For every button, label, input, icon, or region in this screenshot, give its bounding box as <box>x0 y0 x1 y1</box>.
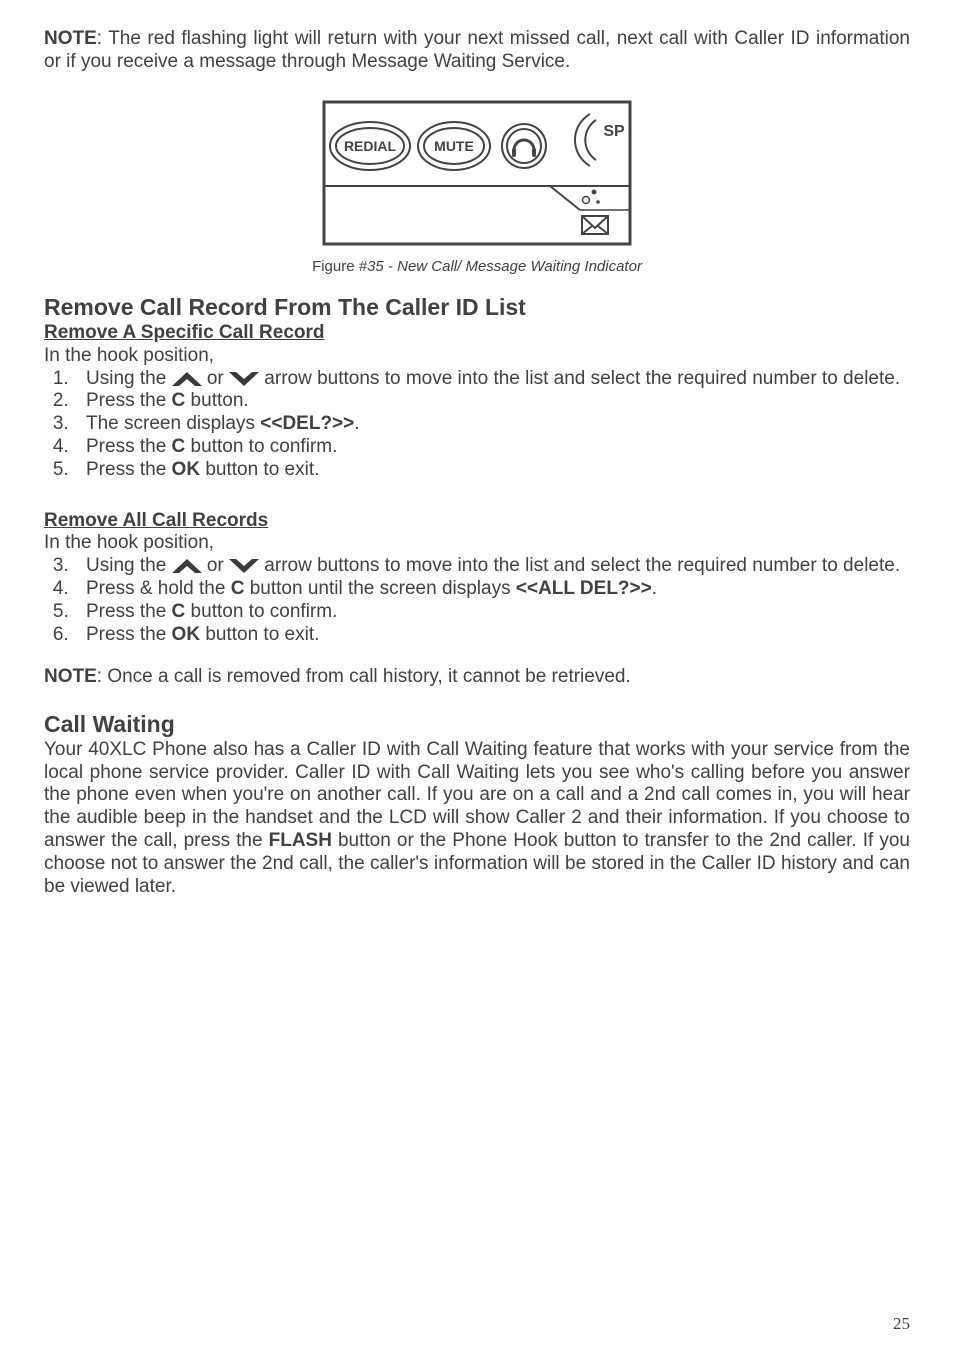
step-text: button until the screen displays <box>244 578 515 599</box>
step-key: C <box>172 436 186 457</box>
step-text: Press & hold the <box>86 578 231 599</box>
list-item: Press the OK button to exit. <box>74 624 910 647</box>
step-text: button to confirm. <box>185 436 337 457</box>
step-text: Press the <box>86 601 172 622</box>
phone-button-diagram: REDIAL MUTE SP <box>322 100 632 246</box>
figure-caption: Figure #35 - New Call/ Message Waiting I… <box>44 258 910 276</box>
step-key: OK <box>172 459 201 480</box>
page-number: 25 <box>893 1314 910 1334</box>
step-text: Using the <box>86 555 172 576</box>
step-text: . <box>652 578 657 599</box>
down-arrow-icon <box>229 372 259 386</box>
step-text: Press the <box>86 436 172 457</box>
up-arrow-icon <box>172 559 202 573</box>
list-item: Press & hold the C button until the scre… <box>74 578 910 601</box>
step-key: C <box>231 578 245 599</box>
list-item: Using the or arrow buttons to move into … <box>74 555 910 578</box>
subsection-specific: Remove A Specific Call Record <box>44 322 910 345</box>
list-item: Press the C button. <box>74 390 910 413</box>
step-key: C <box>172 601 186 622</box>
list-item: Using the or arrow buttons to move into … <box>74 368 910 391</box>
steps-list-specific: Using the or arrow buttons to move into … <box>74 368 910 482</box>
step-text: . <box>354 413 359 434</box>
figure-caption-prefix: Figure <box>312 258 359 275</box>
step-text: button to confirm. <box>185 601 337 622</box>
figure-container: REDIAL MUTE SP Figur <box>44 100 910 277</box>
step-key: <<ALL DEL?>> <box>516 578 652 599</box>
up-arrow-icon <box>172 372 202 386</box>
section-title-remove: Remove Call Record From The Caller ID Li… <box>44 294 910 322</box>
step-text: or <box>207 555 229 576</box>
flash-key: FLASH <box>269 830 332 851</box>
down-arrow-icon <box>229 559 259 573</box>
document-page: NOTE: The red flashing light will return… <box>0 0 954 1354</box>
step-text: arrow buttons to move into the list and … <box>264 368 900 389</box>
note-label: NOTE <box>44 28 97 49</box>
note-label: NOTE <box>44 666 97 687</box>
step-key: C <box>172 390 186 411</box>
step-text: button to exit. <box>200 624 319 645</box>
lead-text-1: In the hook position, <box>44 345 910 368</box>
figure-caption-text: #35 - New Call/ Message Waiting Indicato… <box>359 258 642 275</box>
step-text: button to exit. <box>200 459 319 480</box>
step-text: Press the <box>86 624 172 645</box>
step-text: Using the <box>86 368 172 389</box>
list-item: Press the C button to confirm. <box>74 601 910 624</box>
step-text: arrow buttons to move into the list and … <box>264 555 900 576</box>
note-paragraph-2: NOTE: Once a call is removed from call h… <box>44 666 910 689</box>
note-text: : The red flashing light will return wit… <box>44 28 910 72</box>
list-item: Press the OK button to exit. <box>74 459 910 482</box>
step-text: button. <box>185 390 248 411</box>
redial-button-label: REDIAL <box>344 138 397 154</box>
mute-button-label: MUTE <box>434 138 474 154</box>
lead-text-2: In the hook position, <box>44 532 910 555</box>
section-title-callwaiting: Call Waiting <box>44 711 910 739</box>
sp-button-label: SP <box>603 123 625 140</box>
note-paragraph-1: NOTE: The red flashing light will return… <box>44 28 910 74</box>
step-text: The screen displays <box>86 413 260 434</box>
list-item: Press the C button to confirm. <box>74 436 910 459</box>
subsection-all: Remove All Call Records <box>44 510 910 533</box>
callwaiting-body: Your 40XLC Phone also has a Caller ID wi… <box>44 739 910 899</box>
note-text: : Once a call is removed from call histo… <box>97 666 631 687</box>
steps-list-all: Using the or arrow buttons to move into … <box>74 555 910 646</box>
step-key: OK <box>172 624 201 645</box>
step-text: or <box>207 368 229 389</box>
step-text: Press the <box>86 459 172 480</box>
step-key: <<DEL?>> <box>260 413 354 434</box>
list-item: The screen displays <<DEL?>>. <box>74 413 910 436</box>
step-text: Press the <box>86 390 172 411</box>
